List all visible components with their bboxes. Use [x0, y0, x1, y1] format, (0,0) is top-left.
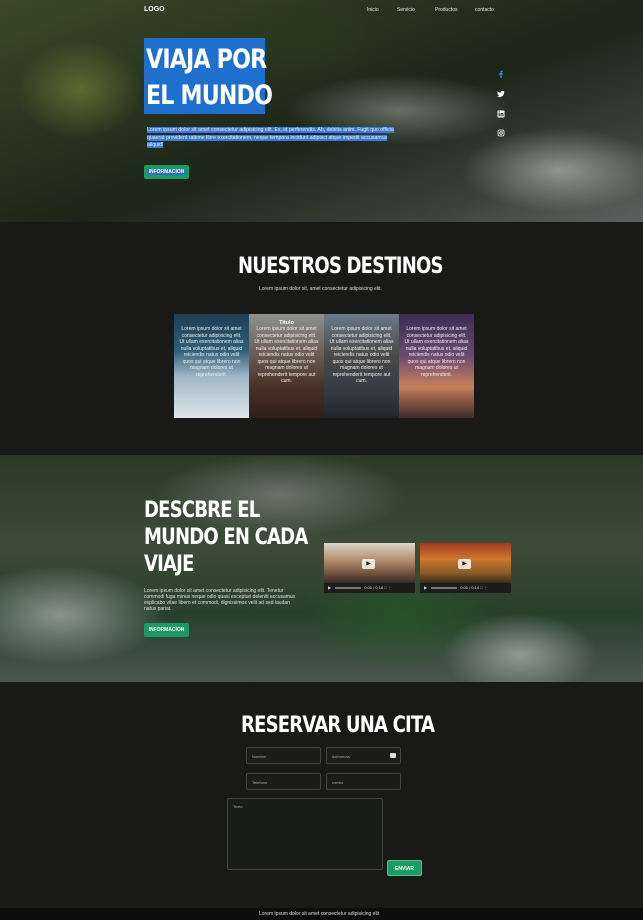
- hero-section: [0, 0, 643, 222]
- descubre-title: DESCBRE EL MUNDO EN CADA VIAJE: [144, 498, 308, 577]
- destino-card-4[interactable]: Lorem ipsum dolor sit amet consectetur a…: [399, 314, 474, 418]
- instagram-icon[interactable]: [497, 129, 505, 139]
- telefono-field[interactable]: Telefono: [246, 773, 321, 790]
- destino-card-2[interactable]: Titulo Lorem ipsum dolor sit amet consec…: [249, 314, 324, 418]
- nombre-field[interactable]: Nombre: [246, 747, 321, 764]
- destino-card-1[interactable]: Lorem ipsum dolor sit amet consectetur a…: [174, 314, 249, 418]
- hero-title-line2: EL MUNDO: [146, 80, 273, 111]
- destinos-subtitle: Lorem ipsum dolor sit, amet consectetur …: [259, 286, 382, 292]
- linkedin-icon[interactable]: [497, 110, 505, 120]
- hero-text: Lorem ipsum dolor sit amet consectetur a…: [147, 127, 394, 148]
- message-textarea[interactable]: Texto: [227, 798, 383, 870]
- destinos-title: NUESTROS DESTINOS: [238, 254, 443, 279]
- send-button[interactable]: ENVIAR: [387, 860, 422, 876]
- twitter-icon[interactable]: [497, 90, 505, 100]
- card-text: Lorem ipsum dolor sit amet consectetur a…: [329, 326, 394, 384]
- hero-title: VIAJA POR EL MUNDO: [144, 38, 273, 114]
- video-time: 0:00 / 0:18: [364, 585, 384, 590]
- nav-link-inicio[interactable]: Inicio: [367, 7, 379, 13]
- play-icon[interactable]: ▶: [362, 559, 375, 569]
- descubre-text: Lorem ipsum dolor sit amet consectetur a…: [144, 588, 296, 612]
- calendar-icon[interactable]: [390, 753, 396, 758]
- video-time: 0:00 / 0:14: [460, 585, 480, 590]
- play-icon[interactable]: ▶: [458, 559, 471, 569]
- hero-info-button[interactable]: INFORMACION: [144, 165, 189, 179]
- video-player-1[interactable]: ▶ ▶ 0:00 / 0:18 □ ⋮: [324, 543, 415, 593]
- nav-link-contacto[interactable]: contacto: [475, 7, 494, 13]
- descubre-info-button[interactable]: INFORMACION: [144, 623, 189, 637]
- card-text: Lorem ipsum dolor sit amet consectetur a…: [404, 326, 469, 378]
- footer-text: Lorem ipsum dolor sit amet consectetur a…: [259, 911, 380, 917]
- card-text: Lorem ipsum dolor sit amet consectetur a…: [254, 326, 319, 384]
- correo-field[interactable]: correo: [326, 773, 401, 790]
- video-player-2[interactable]: ▶ ▶ 0:00 / 0:14 □ ⋮: [420, 543, 511, 593]
- fecha-field[interactable]: dd/mm/aa: [326, 747, 401, 764]
- nav-link-productos[interactable]: Productos: [435, 7, 458, 13]
- video-controls[interactable]: ▶ 0:00 / 0:18 □ ⋮: [324, 583, 415, 593]
- footer: Lorem ipsum dolor sit amet consectetur a…: [0, 908, 643, 920]
- destino-card-3[interactable]: Lorem ipsum dolor sit amet consectetur a…: [324, 314, 399, 418]
- reservar-title: RESERVAR UNA CITA: [241, 713, 435, 738]
- nav-link-servicio[interactable]: Servicio: [397, 7, 415, 13]
- card-text: Lorem ipsum dolor sit amet consectetur a…: [179, 326, 244, 378]
- video-controls[interactable]: ▶ 0:00 / 0:14 □ ⋮: [420, 583, 511, 593]
- logo[interactable]: LOGO: [144, 6, 165, 13]
- hero-title-line1: VIAJA POR: [146, 44, 267, 75]
- facebook-icon[interactable]: [497, 70, 505, 80]
